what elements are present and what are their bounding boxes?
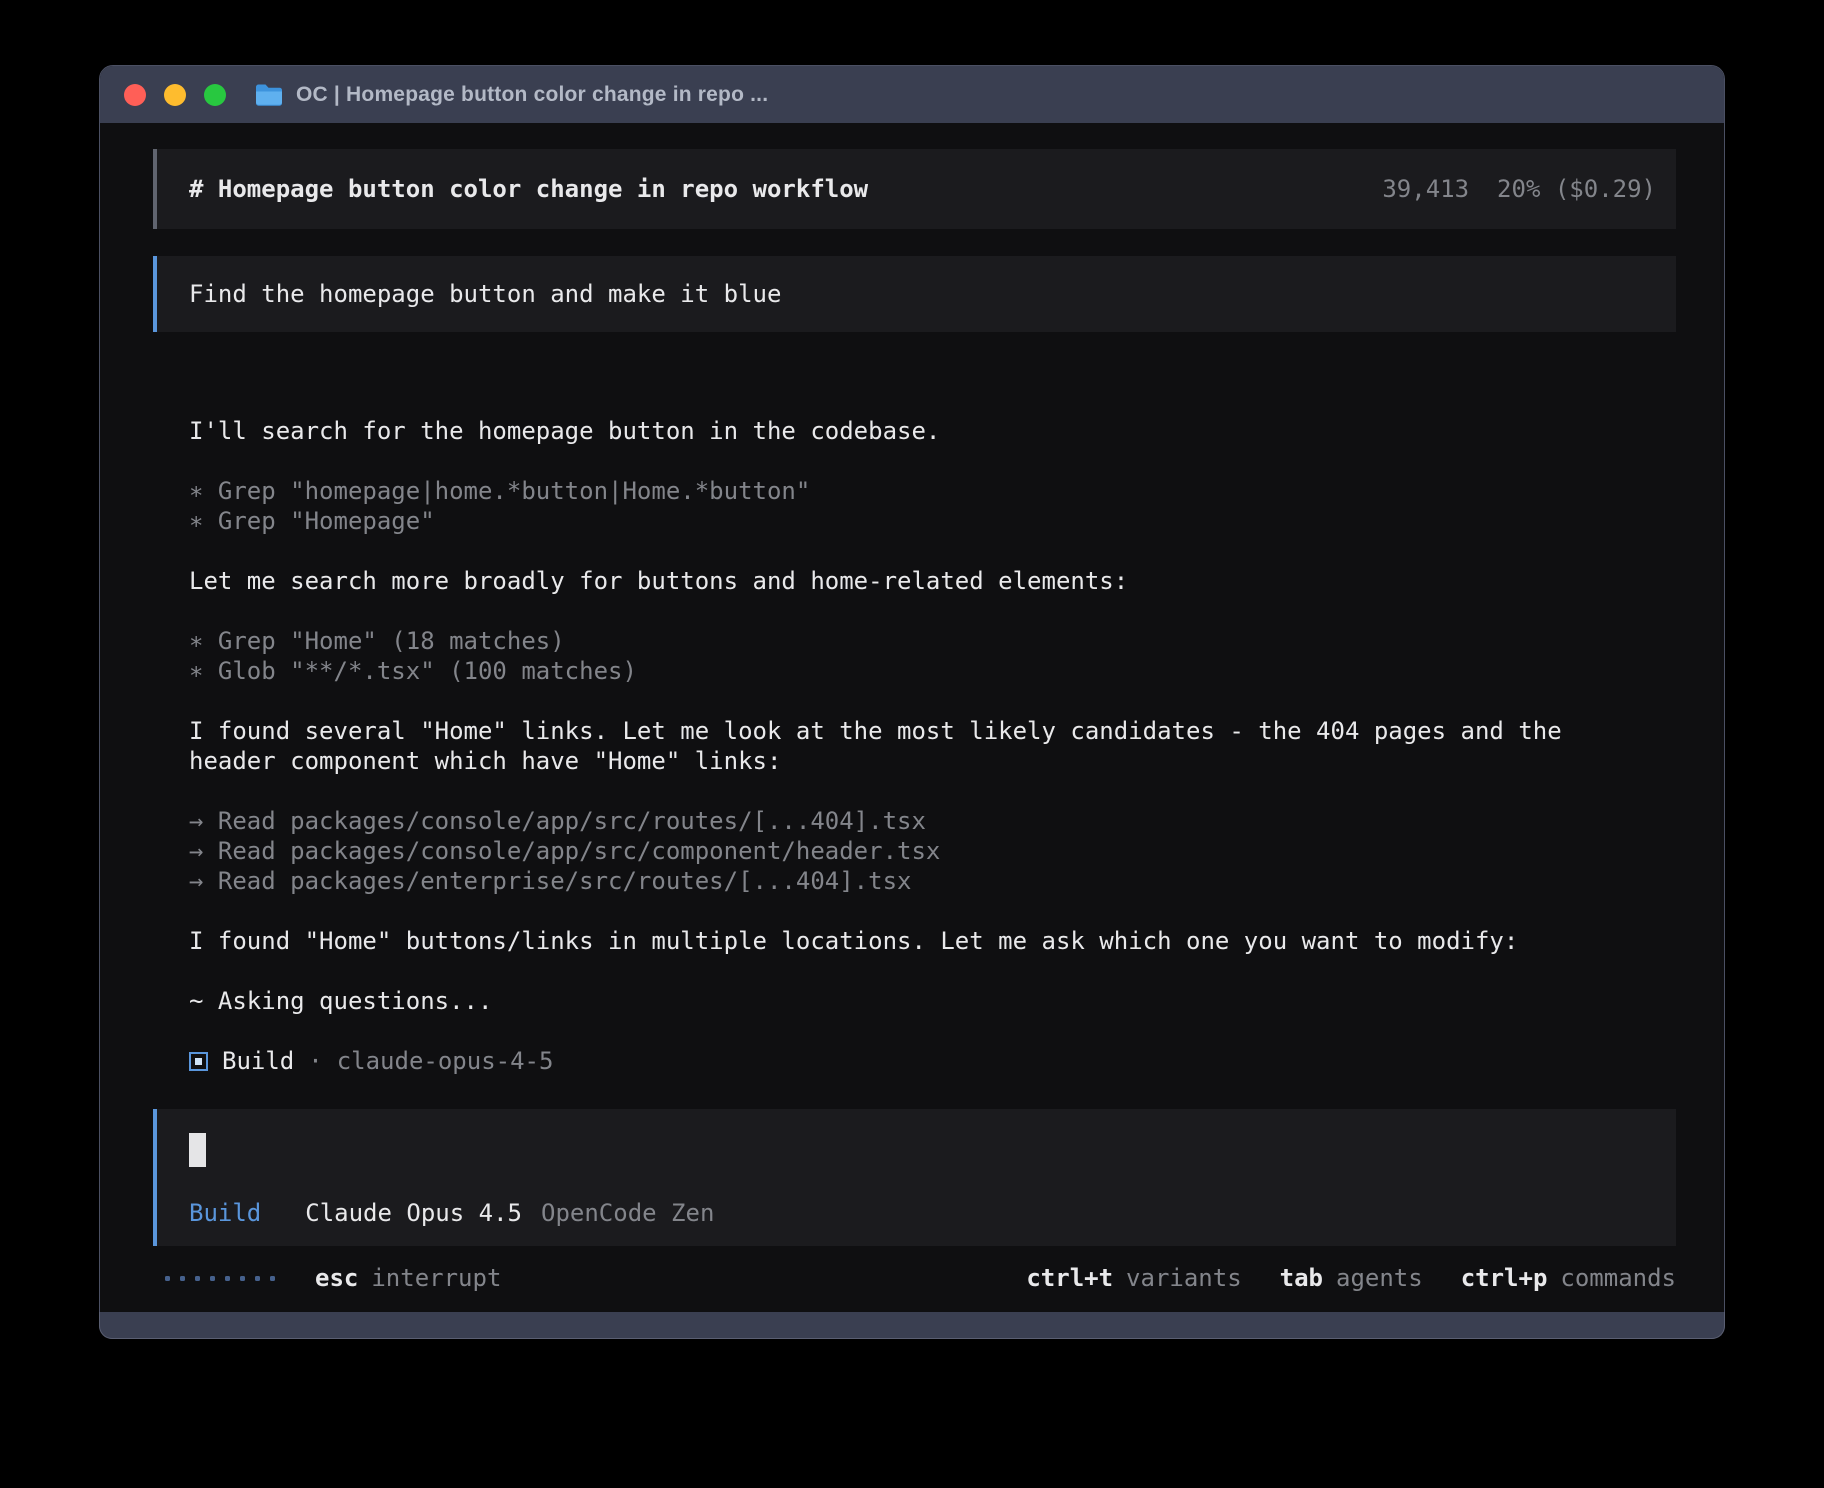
spinner-dot	[210, 1276, 215, 1281]
spinner-dot	[225, 1276, 230, 1281]
spinner-dot	[180, 1276, 185, 1281]
hint-label: commands	[1560, 1264, 1676, 1292]
assistant-text-line: header component which have "Home" links…	[189, 746, 1676, 776]
session-stats: 39,413 20% ($0.29)	[1382, 175, 1656, 203]
assistant-text-line: ~ Asking questions...	[189, 986, 1676, 1016]
prompt-input[interactable]: Build Claude Opus 4.5 OpenCode Zen	[153, 1109, 1676, 1246]
activity-spinner-dots	[165, 1276, 275, 1281]
build-agent-icon	[189, 1052, 208, 1071]
terminal-window: OC | Homepage button color change in rep…	[99, 65, 1725, 1339]
window-titlebar: OC | Homepage button color change in rep…	[100, 66, 1724, 123]
spinner-dot	[240, 1276, 245, 1281]
transcript-gap	[189, 686, 1676, 716]
spinner-dot	[195, 1276, 200, 1281]
transcript-gap	[189, 596, 1676, 626]
transcript-gap	[189, 1016, 1676, 1046]
spinner-dot	[165, 1276, 170, 1281]
close-button[interactable]	[124, 84, 146, 106]
assistant-text-line: I'll search for the homepage button in t…	[189, 416, 1676, 446]
esc-key-hint: esc	[315, 1264, 358, 1292]
spinner-dot	[270, 1276, 275, 1281]
model-name-label: Claude Opus 4.5	[305, 1198, 522, 1228]
hint-key: ctrl+t	[1026, 1264, 1113, 1292]
esc-key-label: interrupt	[371, 1264, 501, 1292]
transcript-gap	[189, 446, 1676, 476]
hint-key: ctrl+p	[1461, 1264, 1548, 1292]
keyboard-hint: tab agents	[1280, 1264, 1423, 1292]
traffic-lights	[124, 84, 226, 106]
spinner-dot	[255, 1276, 260, 1281]
tool-call-line: → Read packages/console/app/src/componen…	[189, 836, 1676, 866]
keyboard-hints: ctrl+t variants tab agents ctrl+p commands	[1026, 1264, 1676, 1292]
session-title: # Homepage button color change in repo w…	[189, 175, 868, 203]
provider-label: OpenCode Zen	[541, 1198, 714, 1228]
status-model-name: claude-opus-4-5	[337, 1046, 554, 1076]
text-cursor	[189, 1133, 206, 1167]
tool-call-line: → Read packages/enterprise/src/routes/[.…	[189, 866, 1676, 896]
assistant-text-line: I found several "Home" links. Let me loo…	[189, 716, 1676, 746]
transcript-gap	[189, 536, 1676, 566]
agent-status-row: Build · claude-opus-4-5	[189, 1046, 1676, 1076]
session-header: # Homepage button color change in repo w…	[153, 149, 1676, 229]
assistant-transcript: I'll search for the homepage button in t…	[153, 416, 1676, 1076]
status-separator: ·	[308, 1046, 322, 1076]
hint-key: tab	[1280, 1264, 1323, 1292]
window-title: OC | Homepage button color change in rep…	[296, 83, 768, 107]
tool-call-line: ∗ Grep "homepage|home.*button|Home.*butt…	[189, 476, 1676, 506]
assistant-text-line: Let me search more broadly for buttons a…	[189, 566, 1676, 596]
minimize-button[interactable]	[164, 84, 186, 106]
token-count: 39,413	[1382, 175, 1469, 203]
transcript-gap	[189, 896, 1676, 926]
status-agent-name: Build	[222, 1046, 294, 1076]
agent-mode-label: Build	[189, 1198, 261, 1228]
zoom-button[interactable]	[204, 84, 226, 106]
tool-call-line: ∗ Grep "Homepage"	[189, 506, 1676, 536]
context-cost: 20% ($0.29)	[1497, 175, 1656, 203]
keyboard-hint: ctrl+p commands	[1461, 1264, 1676, 1292]
folder-icon	[254, 83, 284, 107]
hint-label: variants	[1126, 1264, 1242, 1292]
status-footer: esc interrupt ctrl+tvariantstabagentsctr…	[153, 1263, 1676, 1293]
tool-call-line: → Read packages/console/app/src/routes/[…	[189, 806, 1676, 836]
tool-call-line: ∗ Grep "Home" (18 matches)	[189, 626, 1676, 656]
user-message-text: Find the homepage button and make it blu…	[189, 280, 781, 308]
assistant-text-line: I found "Home" buttons/links in multiple…	[189, 926, 1676, 956]
keyboard-hint: ctrl+t variants	[1026, 1264, 1241, 1292]
hint-label: agents	[1336, 1264, 1423, 1292]
footer-left: esc interrupt	[165, 1264, 501, 1292]
window-bottom-bar	[99, 1312, 1725, 1339]
user-message: Find the homepage button and make it blu…	[153, 256, 1676, 332]
transcript-gap	[189, 956, 1676, 986]
transcript-gap	[189, 776, 1676, 806]
tool-call-line: ∗ Glob "**/*.tsx" (100 matches)	[189, 656, 1676, 686]
model-row: Build Claude Opus 4.5 OpenCode Zen	[189, 1198, 1644, 1228]
